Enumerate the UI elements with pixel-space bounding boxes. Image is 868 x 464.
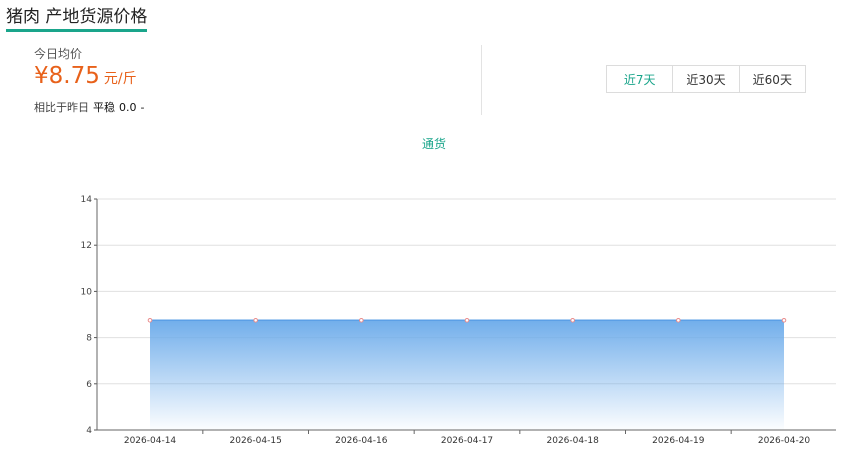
x-tick-label: 2026-04-18	[547, 436, 600, 446]
series-area	[150, 320, 784, 430]
x-tick-label: 2026-04-19	[652, 436, 705, 446]
x-tick-label: 2026-04-15	[230, 436, 282, 446]
x-tick-label: 2026-04-17	[441, 436, 493, 446]
x-tick-label: 2026-04-16	[335, 436, 388, 446]
y-tick-label: 4	[86, 426, 92, 436]
data-point[interactable]	[464, 317, 470, 323]
y-tick-label: 6	[86, 380, 92, 390]
data-point[interactable]	[676, 317, 681, 323]
y-tick-label: 10	[81, 287, 93, 297]
data-point[interactable]	[781, 317, 787, 323]
data-point[interactable]	[570, 317, 575, 323]
y-tick-label: 12	[81, 241, 92, 251]
y-tick-label: 14	[81, 195, 93, 205]
x-tick-label: 2026-04-20	[758, 436, 811, 446]
data-point[interactable]	[253, 317, 258, 323]
y-tick-label: 8	[86, 334, 92, 344]
data-point[interactable]	[359, 317, 364, 323]
x-tick-label: 2026-04-14	[124, 436, 177, 446]
price-chart: 4 6 8 10 12 14 2026-04-14 2026-04-15 2026-04-16 2…	[81, 195, 836, 446]
data-point[interactable]	[147, 317, 153, 323]
